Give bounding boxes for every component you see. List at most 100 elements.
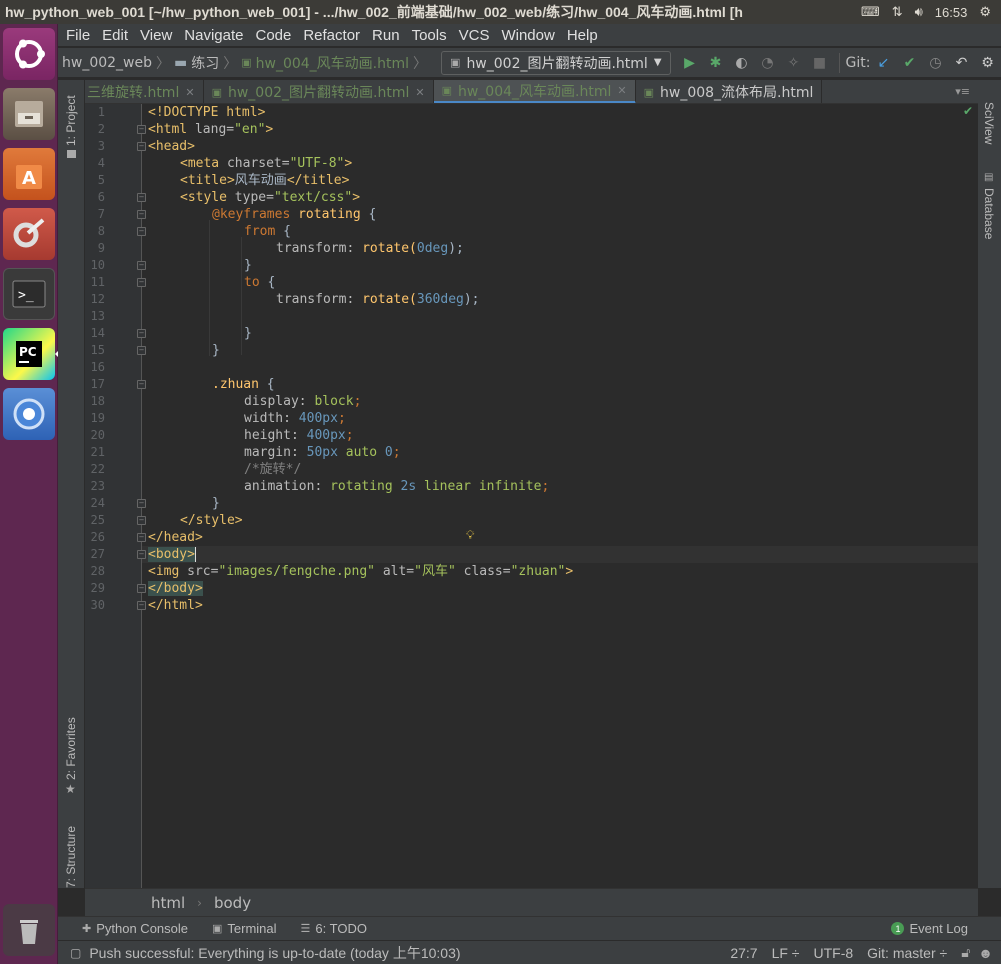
menu-navigate[interactable]: Navigate [176, 27, 247, 44]
close-icon[interactable]: ✕ [617, 84, 626, 97]
line-number[interactable]: 28 [85, 563, 105, 580]
fold-marker[interactable]: − [137, 210, 146, 219]
python-console-button[interactable]: ✚ Python Console [82, 921, 188, 936]
line-number[interactable]: 20 [85, 427, 105, 444]
volume-icon[interactable]: 🔊︎ [915, 4, 923, 20]
fold-marker[interactable]: − [137, 142, 146, 151]
software-center-icon[interactable]: A [3, 148, 55, 200]
lock-icon[interactable]: 🔓︎ [961, 944, 970, 961]
breadcrumb-html[interactable]: html [151, 894, 185, 912]
vcs-revert-icon[interactable]: ↶ [948, 55, 974, 71]
line-number[interactable]: 17 [85, 376, 105, 393]
debug-icon[interactable]: ✱ [703, 55, 729, 71]
sciview-tool-button[interactable]: SciView [982, 102, 996, 144]
line-number[interactable]: 18 [85, 393, 105, 410]
network-icon[interactable]: ⇅ [892, 4, 903, 20]
menu-code[interactable]: Code [247, 27, 295, 44]
vcs-commit-icon[interactable]: ✔ [896, 55, 922, 71]
coverage-icon[interactable]: ◐ [729, 55, 755, 71]
line-number[interactable]: 29 [85, 580, 105, 597]
line-number[interactable]: 3 [85, 138, 105, 155]
line-number[interactable]: 13 [85, 308, 105, 325]
line-number[interactable]: 1 [85, 104, 105, 121]
code-editor[interactable]: 1 2 3 4 5 6 7 8 9 10 11 12 13 14 15 16 17 18 19 20 21 22 23 24 2… [85, 104, 978, 888]
ubuntu-dash-icon[interactable] [3, 28, 55, 80]
line-number[interactable]: 19 [85, 410, 105, 427]
fold-marker[interactable]: − [137, 499, 146, 508]
terminal-button[interactable]: ▣ Terminal [212, 921, 277, 936]
database-tool-button[interactable]: Database [982, 188, 996, 239]
line-number[interactable]: 6 [85, 189, 105, 206]
line-number[interactable]: 8 [85, 223, 105, 240]
vcs-update-icon[interactable]: ↙ [870, 55, 896, 71]
concurrency-icon[interactable]: ✧ [781, 55, 807, 71]
line-number[interactable]: 9 [85, 240, 105, 257]
menu-refactor[interactable]: Refactor [295, 27, 364, 44]
nav-crumb-project[interactable]: hw_002_web [58, 55, 156, 71]
tab-list-icon[interactable]: ▾≡ [947, 80, 978, 103]
structure-tool-button[interactable]: 7: Structure [64, 818, 78, 888]
menu-view[interactable]: View [132, 27, 176, 44]
line-number[interactable]: 10 [85, 257, 105, 274]
terminal-icon[interactable]: >_ [3, 268, 55, 320]
line-number[interactable]: 27 [85, 546, 105, 563]
line-number[interactable]: 2 [85, 121, 105, 138]
fold-marker[interactable]: − [137, 193, 146, 202]
fold-marker[interactable]: − [137, 346, 146, 355]
close-icon[interactable]: ✕ [185, 86, 194, 99]
settings-icon[interactable]: ⚙ [974, 55, 1000, 71]
files-icon[interactable] [3, 88, 55, 140]
line-number[interactable]: 22 [85, 461, 105, 478]
menu-file[interactable]: File [58, 27, 94, 44]
fold-marker[interactable]: − [137, 533, 146, 542]
system-settings-icon[interactable] [3, 208, 55, 260]
line-number[interactable]: 12 [85, 291, 105, 308]
fold-marker[interactable]: − [137, 329, 146, 338]
fold-marker[interactable]: − [137, 227, 146, 236]
git-branch[interactable]: Git: master ÷ [867, 945, 947, 961]
tab-image-flip[interactable]: ▣ hw_002_图片翻转动画.html ✕ [204, 80, 434, 103]
line-number[interactable]: 15 [85, 342, 105, 359]
run-icon[interactable]: ▶ [677, 55, 703, 71]
clock[interactable]: 16:53 [935, 5, 968, 20]
project-tool-button[interactable]: 1: Project [64, 86, 78, 146]
power-icon[interactable]: ⚙ [979, 4, 991, 20]
intention-bulb-icon[interactable]: 💡︎ [466, 528, 474, 543]
menu-window[interactable]: Window [493, 27, 558, 44]
inspection-ok-icon[interactable]: ✔ [963, 104, 973, 118]
caret-position[interactable]: 27:7 [730, 945, 757, 961]
line-number[interactable]: 4 [85, 155, 105, 172]
trash-icon[interactable] [3, 904, 55, 956]
fold-marker[interactable]: − [137, 550, 146, 559]
line-number[interactable]: 25 [85, 512, 105, 529]
event-log-button[interactable]: 1 Event Log [891, 921, 968, 936]
vcs-history-icon[interactable]: ◷ [922, 55, 948, 71]
line-number[interactable]: 23 [85, 478, 105, 495]
line-separator[interactable]: LF ÷ [772, 945, 800, 961]
fold-marker[interactable]: − [137, 516, 146, 525]
fold-marker[interactable]: − [137, 601, 146, 610]
line-number[interactable]: 30 [85, 597, 105, 614]
close-icon[interactable]: ✕ [415, 86, 424, 99]
line-number[interactable]: 11 [85, 274, 105, 291]
fold-marker[interactable]: − [137, 261, 146, 270]
fold-marker[interactable]: − [137, 125, 146, 134]
file-encoding[interactable]: UTF-8 [813, 945, 853, 961]
line-number[interactable]: 26 [85, 529, 105, 546]
tab-3d-rotate[interactable]: 三维旋转.html ✕ [85, 80, 204, 103]
tab-windmill[interactable]: ▣ hw_004_风车动画.html ✕ [433, 80, 636, 103]
breadcrumb-body[interactable]: body [214, 894, 251, 912]
fold-marker[interactable]: − [137, 380, 146, 389]
fold-marker[interactable]: − [137, 584, 146, 593]
favorites-tool-button[interactable]: 2: Favorites [64, 710, 78, 780]
tool-windows-toggle-icon[interactable]: ▢ [70, 946, 81, 960]
line-number[interactable]: 5 [85, 172, 105, 189]
menu-tools[interactable]: Tools [404, 27, 451, 44]
menu-help[interactable]: Help [559, 27, 602, 44]
todo-button[interactable]: ☰ 6: TODO [301, 921, 367, 936]
nav-crumb-file[interactable]: ▣ hw_004_风车动画.html [237, 53, 413, 73]
menu-vcs[interactable]: VCS [451, 27, 494, 44]
hector-icon[interactable]: ☻ [978, 945, 993, 961]
line-number[interactable]: 24 [85, 495, 105, 512]
profile-icon[interactable]: ◔ [755, 55, 781, 71]
